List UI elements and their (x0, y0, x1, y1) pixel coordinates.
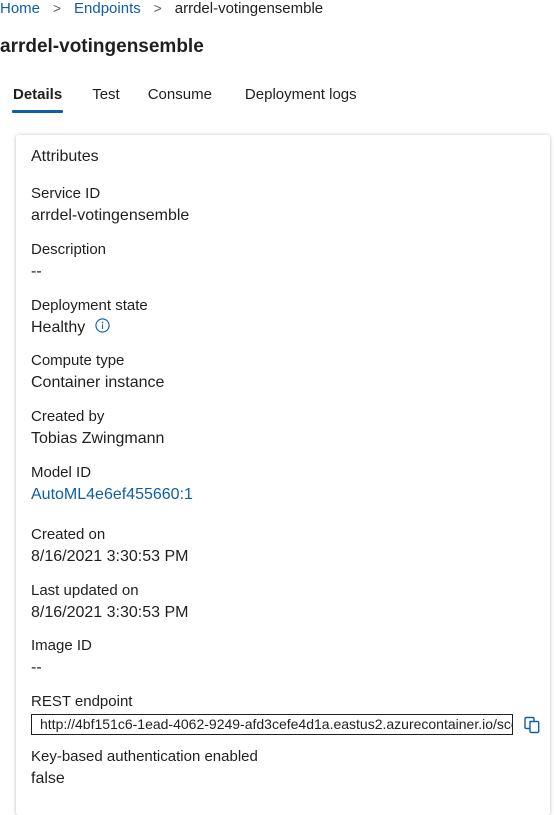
tab-consume[interactable]: Consume (148, 82, 212, 113)
model-id-link[interactable]: AutoML4e6ef455660:1 (31, 485, 193, 505)
tab-bar: Details Test Consume Deployment logs (11, 82, 387, 118)
last-updated-on-value: 8/16/2021 3:30:53 PM (31, 604, 189, 621)
info-icon[interactable] (95, 318, 110, 333)
created-by-value: Tobias Zwingmann (31, 430, 165, 447)
field-created-on: Created on 8/16/2021 3:30:53 PM (31, 525, 188, 567)
created-on-value: 8/16/2021 3:30:53 PM (31, 548, 189, 565)
field-key-auth: Key-based authentication enabled false (31, 747, 258, 789)
image-id-value: -- (31, 659, 42, 676)
key-auth-label: Key-based authentication enabled (31, 748, 258, 765)
copy-icon[interactable] (523, 716, 541, 734)
field-deployment-state: Deployment state Healthy (31, 296, 148, 338)
field-compute-type: Compute type Container instance (31, 351, 164, 393)
breadcrumb-endpoints-link[interactable]: Endpoints (74, 0, 141, 17)
service-id-value: arrdel-votingensemble (31, 207, 190, 224)
created-on-label: Created on (31, 526, 106, 543)
tab-test[interactable]: Test (92, 82, 120, 113)
field-created-by: Created by Tobias Zwingmann (31, 407, 164, 449)
compute-type-label: Compute type (31, 352, 125, 369)
page-title: arrdel-votingensemble (0, 36, 204, 57)
model-id-label: Model ID (31, 464, 92, 481)
rest-endpoint-field[interactable]: http://4bf151c6-1ead-4062-9249-afd3cefe4… (31, 714, 513, 735)
deployment-state-label: Deployment state (31, 297, 148, 314)
service-id-label: Service ID (31, 185, 101, 202)
rest-endpoint-row: http://4bf151c6-1ead-4062-9249-afd3cefe4… (31, 714, 541, 735)
tab-deployment-logs[interactable]: Deployment logs (245, 82, 357, 113)
breadcrumb-chevron-icon: > (52, 0, 62, 16)
tab-details[interactable]: Details (11, 82, 64, 113)
description-label: Description (31, 241, 107, 258)
field-service-id: Service ID arrdel-votingensemble (31, 184, 189, 226)
breadcrumb-current: arrdel-votingensemble (174, 0, 324, 17)
description-value: -- (31, 263, 42, 280)
image-id-label: Image ID (31, 637, 92, 654)
deployment-state-value: Healthy (31, 319, 86, 336)
field-image-id: Image ID -- (31, 636, 92, 678)
field-model-id: Model ID AutoML4e6ef455660:1 (31, 463, 193, 505)
last-updated-on-label: Last updated on (31, 582, 139, 599)
field-description: Description -- (31, 240, 106, 282)
field-rest-endpoint: REST endpoint http://4bf151c6-1ead-4062-… (31, 692, 541, 735)
key-auth-value: false (31, 770, 65, 787)
deployment-state-row: Healthy (31, 318, 148, 338)
attributes-title: Attributes (31, 148, 99, 165)
breadcrumb: Home > Endpoints > arrdel-votingensemble (0, 0, 323, 20)
field-last-updated-on: Last updated on 8/16/2021 3:30:53 PM (31, 581, 188, 623)
created-by-label: Created by (31, 408, 105, 425)
breadcrumb-home-link[interactable]: Home (0, 0, 40, 17)
breadcrumb-chevron-icon: > (153, 0, 162, 16)
rest-endpoint-label: REST endpoint (31, 693, 133, 710)
compute-type-value: Container instance (31, 374, 165, 391)
attributes-card: Attributes Service ID arrdel-votingensem… (16, 135, 550, 815)
